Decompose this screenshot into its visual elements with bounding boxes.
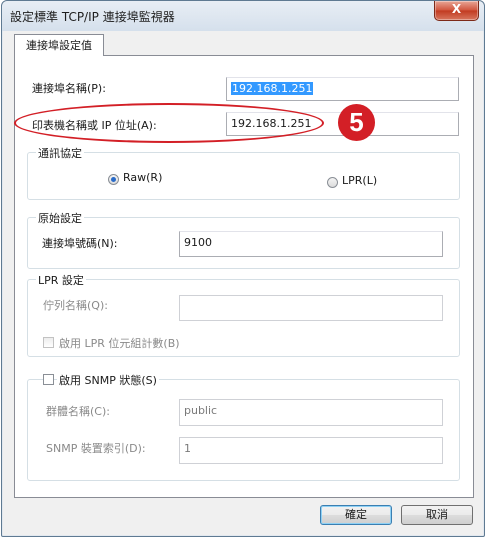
window-title: 設定標準 TCP/IP 連接埠監視器 — [10, 10, 175, 24]
port-number-input[interactable]: 9100 — [179, 231, 443, 257]
lpr-settings-group: LPR 設定 佇列名稱(Q): 啟用 LPR 位元組計數(B) — [27, 272, 460, 357]
protocol-group: 通訊協定 Raw(R) LPR(L) — [27, 145, 460, 200]
port-name-label: 連接埠名稱(P): — [32, 82, 106, 95]
ok-button[interactable]: 確定 — [320, 505, 392, 525]
cancel-button[interactable]: 取消 — [401, 505, 473, 525]
lpr-radio-label[interactable]: LPR(L) — [342, 174, 377, 187]
highlight-ellipse — [14, 103, 324, 143]
queue-name-input[interactable] — [179, 295, 443, 321]
close-button[interactable]: X — [434, 1, 479, 21]
lpr-radio[interactable] — [327, 177, 338, 188]
snmp-group: 啟用 SNMP 狀態(S) 群體名稱(C): public SNMP 裝置索引(… — [27, 372, 460, 481]
lpr-settings-group-title: LPR 設定 — [36, 272, 86, 288]
snmp-device-index-value: 1 — [184, 442, 191, 455]
port-number-value: 9100 — [184, 236, 212, 249]
community-name-input[interactable]: public — [179, 399, 443, 426]
close-icon: X — [451, 2, 462, 16]
snmp-device-index-input[interactable]: 1 — [179, 437, 443, 464]
community-name-label: 群體名稱(C): — [46, 405, 110, 418]
title-bar: 設定標準 TCP/IP 連接埠監視器 X — [2, 1, 484, 31]
lpr-byte-counting-checkbox[interactable] — [43, 337, 54, 348]
tab-port-settings[interactable]: 連接埠設定值 — [14, 34, 104, 56]
dialog-window: 設定標準 TCP/IP 連接埠監視器 X 連接埠設定值 連接埠名稱(P): 19… — [1, 0, 485, 537]
port-name-value: 192.168.1.251 — [231, 82, 314, 95]
snmp-device-index-label: SNMP 裝置索引(D): — [46, 442, 146, 455]
protocol-group-title: 通訊協定 — [36, 145, 84, 161]
raw-radio[interactable] — [108, 174, 119, 185]
lpr-byte-counting-label[interactable]: 啟用 LPR 位元組計數(B) — [59, 335, 180, 351]
snmp-enable-checkbox[interactable] — [43, 374, 54, 385]
port-number-label: 連接埠號碼(N): — [42, 237, 118, 250]
snmp-enable-label[interactable]: 啟用 SNMP 狀態(S) — [57, 372, 159, 388]
queue-name-label: 佇列名稱(Q): — [43, 299, 108, 312]
port-name-input[interactable]: 192.168.1.251 — [226, 77, 459, 101]
raw-settings-group: 原始設定 連接埠號碼(N): 9100 — [27, 210, 460, 269]
raw-radio-label[interactable]: Raw(R) — [123, 171, 162, 184]
raw-settings-group-title: 原始設定 — [36, 210, 84, 226]
community-name-value: public — [184, 404, 218, 417]
step-number-badge: 5 — [338, 104, 375, 141]
